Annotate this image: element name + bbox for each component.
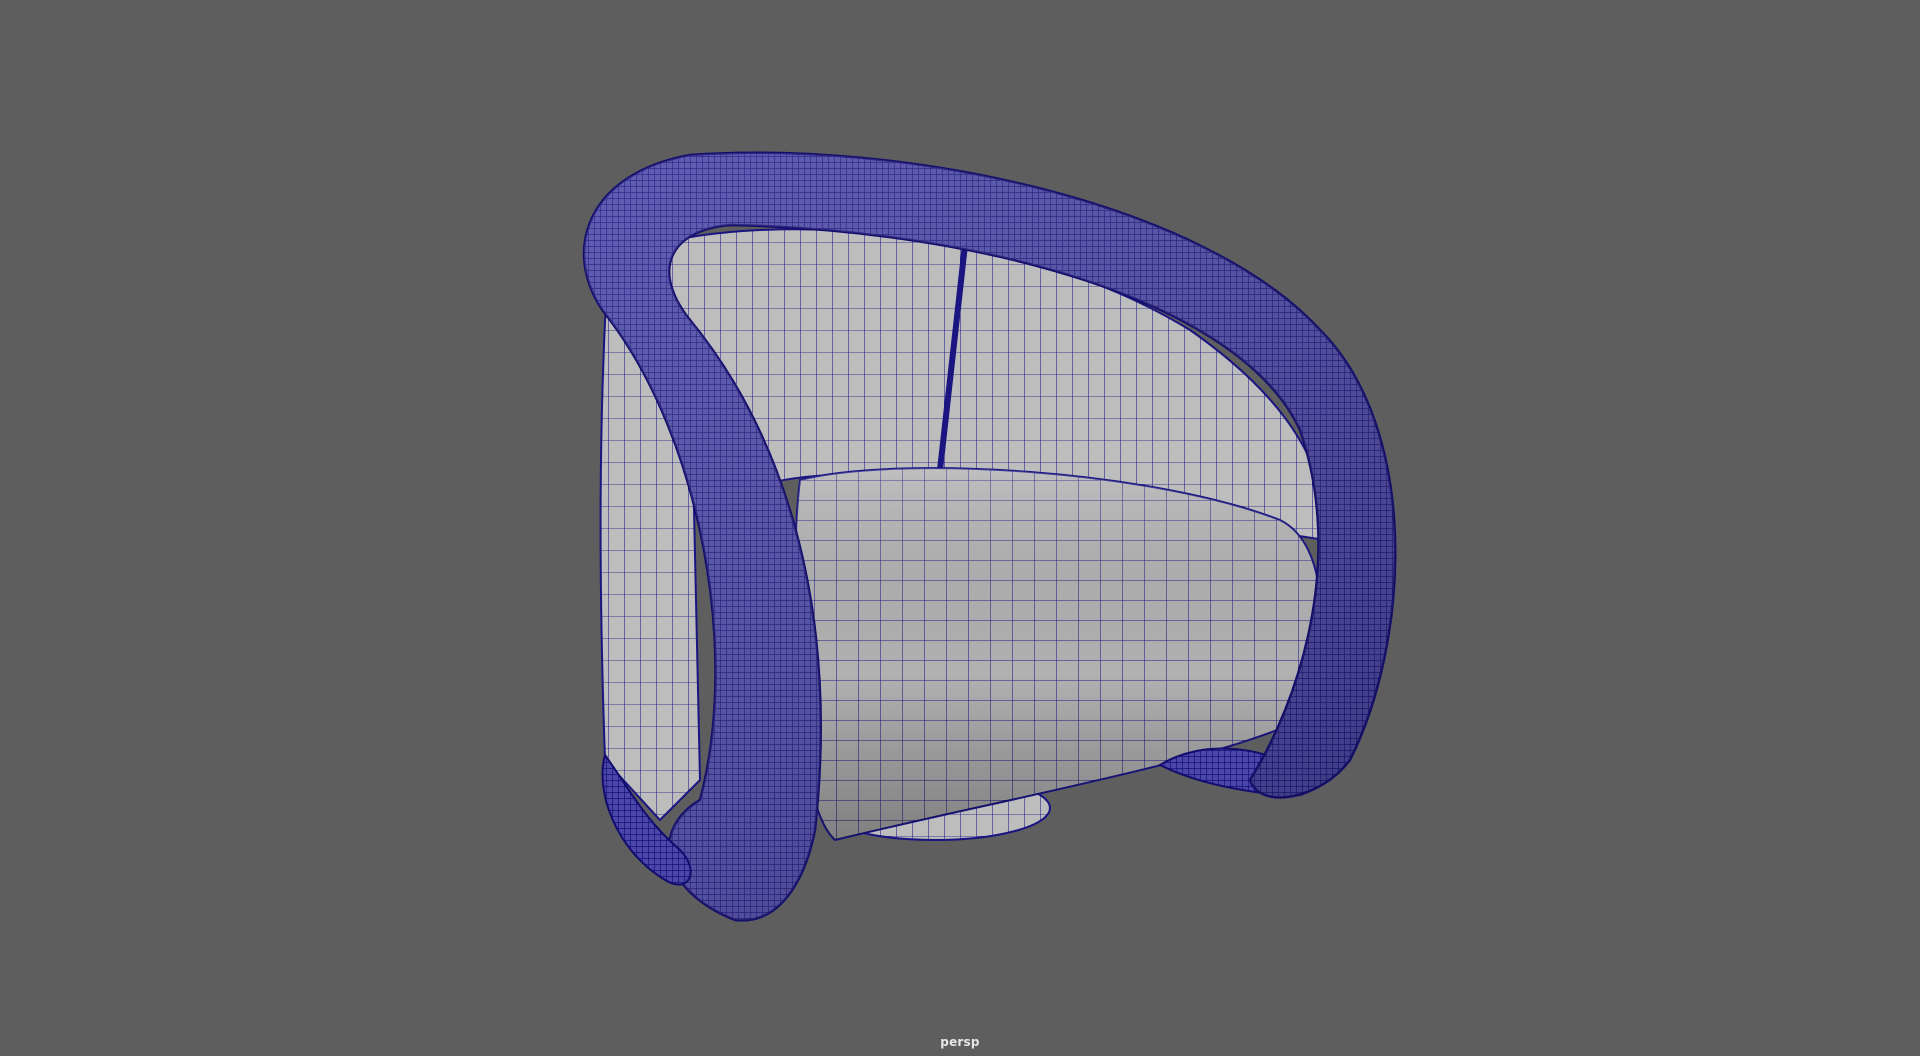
armchair-model[interactable]: [582, 151, 1397, 922]
3d-viewport[interactable]: persp: [0, 0, 1920, 1056]
viewport-scene[interactable]: [0, 0, 1920, 1056]
camera-name-label: persp: [940, 1035, 980, 1049]
